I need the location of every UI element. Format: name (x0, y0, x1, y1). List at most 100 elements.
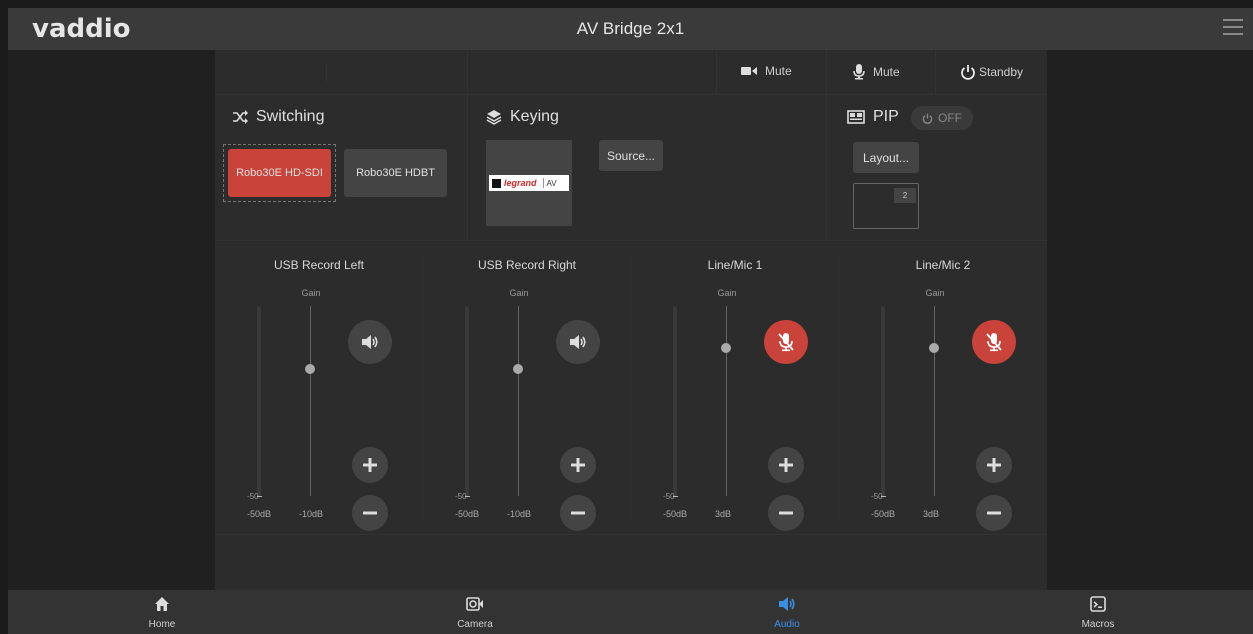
power-icon (922, 113, 933, 124)
keying-title-text: Keying (510, 108, 559, 125)
gain-label: Gain (509, 288, 529, 298)
gain-fader-knob[interactable] (513, 363, 523, 374)
divider (467, 50, 468, 240)
plus-icon (987, 458, 1001, 472)
gain-value-label: 3dB (715, 509, 732, 519)
legrand-logo-text: legrand (504, 178, 537, 188)
gain-decrease-button[interactable] (768, 495, 804, 531)
layers-icon (486, 110, 502, 125)
gain-increase-button[interactable] (768, 447, 804, 483)
video-camera-icon (741, 67, 757, 75)
video-mute-label: Mute (765, 64, 792, 78)
pip-toggle[interactable]: OFF (911, 106, 973, 130)
nav-camera[interactable]: Camera (415, 596, 535, 630)
keying-source-button[interactable]: Source... (599, 140, 663, 171)
gain-fader-knob[interactable] (305, 363, 315, 374)
divider (326, 64, 327, 82)
legrand-logo-suffix: AV (546, 178, 557, 188)
meter-tick-mark (673, 496, 678, 497)
gain-decrease-button[interactable] (352, 495, 388, 531)
gain-value-label: -10dB (299, 509, 324, 519)
source-button-hd-sdi[interactable]: Robo30E HD-SDI (228, 149, 331, 197)
left-gutter (8, 50, 215, 590)
minus-icon (779, 511, 793, 515)
home-icon (155, 597, 169, 611)
gain-value-label: 3dB (923, 509, 940, 519)
gain-fader-track[interactable] (518, 306, 519, 496)
keying-image-tile[interactable]: legrand AV (486, 140, 572, 226)
meter-tick-mark (257, 496, 262, 497)
pip-layout-button[interactable]: Layout... (853, 142, 919, 173)
video-mute-button[interactable]: Mute (741, 64, 792, 78)
speaker-icon (362, 335, 378, 349)
speaker-icon (779, 597, 795, 611)
pip-layout-preview[interactable]: 2 (853, 183, 919, 229)
audio-mute-button[interactable]: Mute (853, 64, 900, 80)
nav-macros[interactable]: Macros (1038, 596, 1158, 630)
channel-name: USB Record Left (273, 258, 365, 272)
meter-scale-label: -50dB (871, 509, 896, 519)
channel-name: Line/Mic 1 (707, 258, 763, 272)
main-panel: Mute Mute Standby Switching Robo30E HD-S… (215, 50, 1047, 590)
pip-title: PIP (847, 108, 899, 126)
gain-label: Gain (301, 288, 321, 298)
microphone-muted-icon (986, 333, 1002, 352)
channel-mute-button[interactable] (348, 320, 392, 364)
divider (716, 50, 717, 94)
gain-fader-track[interactable] (934, 306, 935, 496)
gain-increase-button[interactable] (352, 447, 388, 483)
gain-value-label: -10dB (507, 509, 532, 519)
gain-increase-button[interactable] (560, 447, 596, 483)
plus-icon (363, 458, 377, 472)
gain-fader-track[interactable] (310, 306, 311, 496)
standby-label: Standby (979, 65, 1024, 79)
right-gutter (1047, 50, 1253, 590)
switching-title-text: Switching (256, 108, 325, 125)
pip-inset: 2 (894, 188, 916, 203)
minus-icon (571, 511, 585, 515)
gain-label: Gain (717, 288, 737, 298)
shuffle-icon (233, 110, 248, 124)
pip-state-label: OFF (938, 111, 962, 125)
minus-icon (987, 511, 1001, 515)
level-meter (257, 306, 261, 496)
level-meter (673, 306, 677, 496)
terminal-icon (1090, 596, 1106, 612)
nav-audio-label: Audio (774, 619, 800, 630)
nav-audio[interactable]: Audio (727, 596, 847, 630)
source-button-hdbt[interactable]: Robo30E HDBT (344, 149, 447, 197)
gain-decrease-button[interactable] (560, 495, 596, 531)
legrand-logo: legrand AV (489, 175, 569, 191)
meter-scale-label: -50dB (455, 509, 480, 519)
channel-name: USB Record Right (477, 258, 577, 272)
page-title: AV Bridge 2x1 (576, 19, 685, 38)
gain-fader-knob[interactable] (929, 342, 939, 353)
level-meter (881, 306, 885, 496)
speaker-icon (570, 335, 586, 349)
audio-channel: USB Record Left Gain -50 -50dB -10dB (215, 241, 423, 535)
channel-mute-button[interactable] (556, 320, 600, 364)
divider (826, 94, 827, 240)
gain-decrease-button[interactable] (976, 495, 1012, 531)
hamburger-menu-icon[interactable] (1223, 19, 1243, 37)
gain-fader-track[interactable] (726, 306, 727, 496)
power-icon (961, 65, 975, 80)
plus-icon (779, 458, 793, 472)
nav-home[interactable]: Home (102, 596, 222, 630)
meter-scale-label: -50dB (247, 509, 272, 519)
channel-mute-button[interactable] (764, 320, 808, 364)
standby-button[interactable]: Standby (960, 64, 1023, 80)
microphone-icon (853, 64, 865, 80)
divider (826, 50, 827, 94)
audio-mute-label: Mute (873, 65, 900, 79)
audio-channel: USB Record Right Gain -50 -50dB -10dB (423, 241, 631, 535)
divider (215, 94, 1047, 95)
channel-mute-button[interactable] (972, 320, 1016, 364)
gain-fader-knob[interactable] (721, 342, 731, 353)
level-meter (465, 306, 469, 496)
meter-tick-mark (465, 496, 470, 497)
nav-camera-label: Camera (457, 619, 493, 630)
microphone-muted-icon (778, 333, 794, 352)
meter-tick-mark (881, 496, 886, 497)
gain-increase-button[interactable] (976, 447, 1012, 483)
